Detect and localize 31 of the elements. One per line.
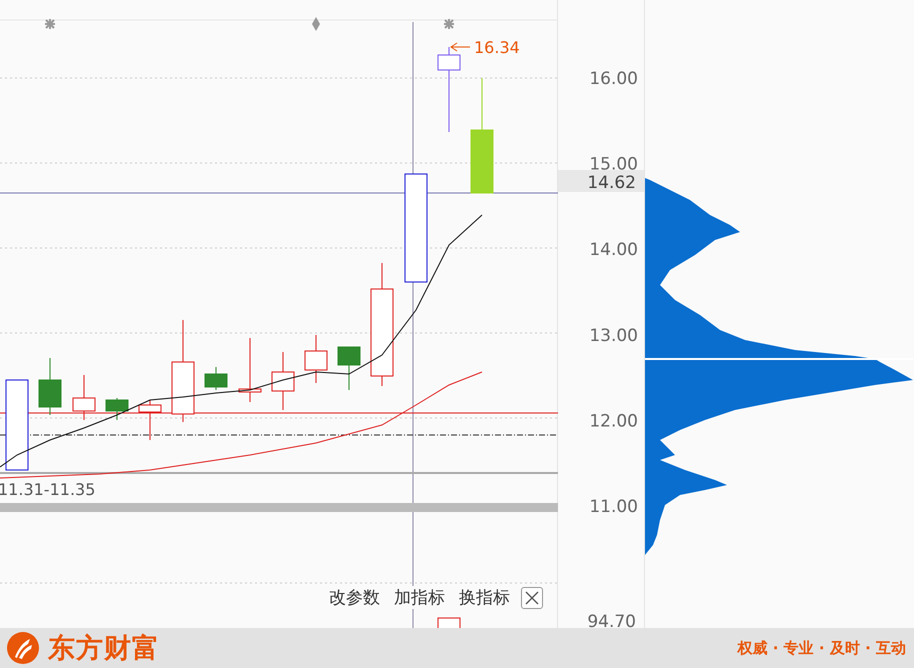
close-icon (525, 590, 539, 604)
current-price-text: 14.62 (587, 173, 636, 193)
candlestick (204, 366, 228, 390)
price-axis-label: 12.00 (589, 411, 638, 432)
candlestick (106, 398, 128, 420)
candlestick (338, 346, 360, 390)
price-axis-label: 14.00 (589, 240, 638, 260)
price-axis-label: 16.00 (589, 69, 638, 89)
range-label: 11.31-11.35 (0, 480, 96, 499)
logo-icon (6, 631, 40, 665)
candlestick (38, 358, 62, 416)
price-axis-label: 15.00 (589, 154, 638, 175)
asterisk-icon (444, 19, 454, 29)
slogan-text: 权威 · 专业 · 及时 · 互动 (738, 638, 906, 658)
candlestick (272, 352, 294, 410)
brand-name: 东方财富 (48, 632, 160, 666)
indicator-button[interactable]: 改参数 (322, 586, 387, 609)
indicator-button[interactable]: 加指标 (387, 586, 452, 609)
price-axis-label: 11.00 (589, 497, 638, 517)
indicator-button[interactable]: 换指标 (452, 586, 517, 609)
close-button[interactable] (521, 586, 543, 608)
candlestick (238, 338, 262, 402)
candlestick (304, 334, 328, 384)
asterisk-icon (45, 19, 55, 29)
indicator-axis-label: 94.70 (587, 612, 636, 628)
candlestick (72, 374, 96, 420)
diamond-icon (312, 17, 320, 31)
arrow-icon (450, 42, 470, 52)
candlestick (138, 400, 162, 440)
price-axis-label: 13.00 (589, 326, 638, 346)
high-price-label: 16.34 (474, 38, 520, 57)
